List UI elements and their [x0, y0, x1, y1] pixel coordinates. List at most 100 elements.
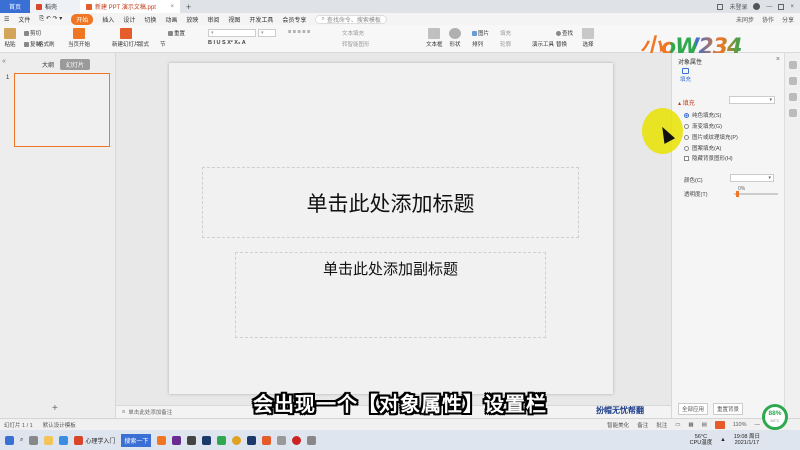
command-search-input[interactable]: ⌕ 查找命令、搜索模板	[315, 14, 387, 24]
close-panel-icon[interactable]: ×	[776, 56, 780, 63]
radio-gradient[interactable]	[684, 123, 689, 129]
option-solid-fill[interactable]: 纯色填充(S)	[684, 111, 721, 119]
paragraph-buttons[interactable]: ≡ ≡ ≡ ≡ ≡	[288, 29, 310, 35]
textbox-button[interactable]: 文本框	[426, 28, 443, 48]
tab-outline[interactable]: 大纲	[36, 59, 60, 70]
tab-docer[interactable]: 稻壳	[30, 0, 80, 13]
replace-button[interactable]: 替换	[556, 40, 567, 48]
properties-icon[interactable]	[788, 61, 797, 69]
option-hide-background[interactable]: 隐藏背景图形(H)	[684, 154, 733, 162]
avatar[interactable]	[753, 3, 761, 10]
menu-design[interactable]: 设计	[123, 15, 135, 24]
text-format-buttons[interactable]: B I U S X² X₂ A	[208, 40, 246, 46]
slide-thumbnail[interactable]	[14, 73, 110, 147]
view-reading-icon[interactable]: ▤	[702, 422, 707, 428]
menu-view[interactable]: 视图	[228, 15, 240, 24]
taskbar-app-icon-1[interactable]	[157, 435, 167, 445]
presentation-tools-button[interactable]: 演示工具	[532, 40, 554, 48]
color-select[interactable]: ▾	[730, 174, 774, 182]
outline-button[interactable]: 轮廓	[500, 40, 511, 48]
photoshop-icon[interactable]	[202, 435, 212, 445]
clock[interactable]: 19:08 周日 2021/1/17	[734, 434, 760, 446]
layout-button[interactable]: 版式	[138, 40, 149, 48]
view-sorter-icon[interactable]: ▦	[688, 422, 693, 428]
option-picture-fill[interactable]: 图片或纹理填充(P)	[684, 133, 738, 141]
subtitle-placeholder[interactable]: 单击此处添加副标题	[235, 252, 546, 338]
taskbar-app-icon-3[interactable]	[217, 435, 227, 445]
radio-solid[interactable]	[684, 112, 689, 118]
new-slide-button[interactable]: 新建幻灯片	[112, 28, 140, 48]
taskbar-search-button[interactable]: 搜索一下	[121, 433, 152, 447]
menu-member[interactable]: 会员专享	[282, 15, 306, 24]
close-window-icon[interactable]: ×	[790, 4, 794, 10]
radio-pattern[interactable]	[684, 145, 689, 151]
title-placeholder[interactable]: 单击此处添加标题	[202, 167, 579, 238]
tab-fill[interactable]: 填充	[680, 68, 691, 83]
option-gradient-fill[interactable]: 渐变填充(G)	[684, 122, 722, 130]
zoom-level[interactable]: 110%	[733, 422, 747, 428]
wps-icon[interactable]	[262, 435, 272, 445]
fill-button[interactable]: 填充	[500, 29, 511, 37]
view-normal-icon[interactable]: ▭	[675, 422, 680, 428]
menu-start[interactable]: 开始	[71, 13, 94, 25]
menu-animation[interactable]: 动画	[165, 15, 177, 24]
reset-button[interactable]: 重置	[168, 29, 185, 37]
slide[interactable]: 单击此处添加标题 单击此处添加副标题	[169, 63, 613, 394]
layout-icon[interactable]	[717, 3, 724, 10]
explorer-icon[interactable]	[44, 435, 54, 445]
font-size-select[interactable]: ▾	[258, 29, 276, 37]
tab-document[interactable]: 新建 PPT 演示文稿.ppt ×	[80, 0, 180, 13]
transition-icon[interactable]	[788, 93, 797, 101]
shape-button[interactable]: 形状	[449, 28, 461, 48]
start-icon[interactable]	[5, 435, 14, 445]
slideshow-play-icon[interactable]	[714, 420, 725, 429]
fill-type-select[interactable]: ▾	[729, 96, 775, 104]
collaborate-button[interactable]: 协作	[762, 15, 774, 24]
fill-section-header[interactable]: ▴ 填充	[678, 98, 695, 107]
text-fill-button[interactable]: 文本填充	[342, 29, 364, 37]
radio-picture[interactable]	[684, 134, 689, 140]
taskbar-app-icon-5[interactable]	[277, 435, 287, 445]
checkbox-hide-bg[interactable]	[684, 155, 689, 161]
performance-meter[interactable]: 88% 54°C	[762, 404, 788, 430]
menu-transition[interactable]: 切换	[144, 15, 156, 24]
settings-icon[interactable]	[788, 109, 797, 117]
zoom-out-icon[interactable]: —	[755, 422, 761, 428]
close-tab-icon[interactable]: ×	[170, 4, 174, 10]
premiere-icon[interactable]	[172, 435, 182, 445]
menu-insert[interactable]: 插入	[102, 15, 114, 24]
cut-button[interactable]: 剪切	[24, 29, 41, 37]
sync-status[interactable]: 未同步	[736, 15, 754, 24]
taskbar-app-icon-6[interactable]	[307, 435, 317, 445]
slider-knob[interactable]	[736, 191, 739, 197]
menu-icon[interactable]: ☰	[4, 16, 9, 23]
share-button[interactable]: 分享	[782, 15, 794, 24]
menu-slideshow[interactable]: 放映	[186, 15, 198, 24]
smart-beautify-button[interactable]: 智能美化	[607, 421, 629, 429]
task-view-icon[interactable]	[29, 435, 39, 445]
select-button[interactable]: 选择	[582, 28, 594, 48]
tab-slides[interactable]: 幻灯片	[60, 59, 91, 70]
login-status[interactable]: 未登录	[729, 2, 747, 11]
edge-icon[interactable]	[59, 435, 69, 445]
font-name-select[interactable]: ▾	[208, 29, 256, 37]
comments-toggle[interactable]: 批注	[656, 421, 667, 429]
transparency-slider[interactable]	[734, 191, 778, 197]
search-icon-taskbar[interactable]: ⌕	[20, 437, 23, 444]
tab-home[interactable]: 首页	[0, 0, 30, 13]
record-icon[interactable]	[292, 435, 302, 445]
paste-button[interactable]: 粘贴	[4, 28, 16, 48]
option-pattern-fill[interactable]: 图案填充(A)	[684, 144, 721, 152]
taskbar-app-icon-2[interactable]	[187, 435, 197, 445]
picture-button[interactable]: 图片	[472, 29, 489, 37]
menu-review[interactable]: 审阅	[207, 15, 219, 24]
smartart-button[interactable]: 转智能图形	[342, 40, 370, 48]
notes-toggle[interactable]: 备注	[637, 421, 648, 429]
section-button[interactable]: 节	[160, 40, 166, 48]
format-painter-button[interactable]: 格式刷	[38, 40, 55, 48]
menu-file[interactable]: 文件	[18, 15, 30, 24]
from-current-button[interactable]: 当页开始	[68, 28, 90, 48]
animation-icon[interactable]	[788, 77, 797, 85]
chrome-icon[interactable]	[232, 435, 242, 445]
taskbar-app-icon-4[interactable]	[247, 435, 257, 445]
